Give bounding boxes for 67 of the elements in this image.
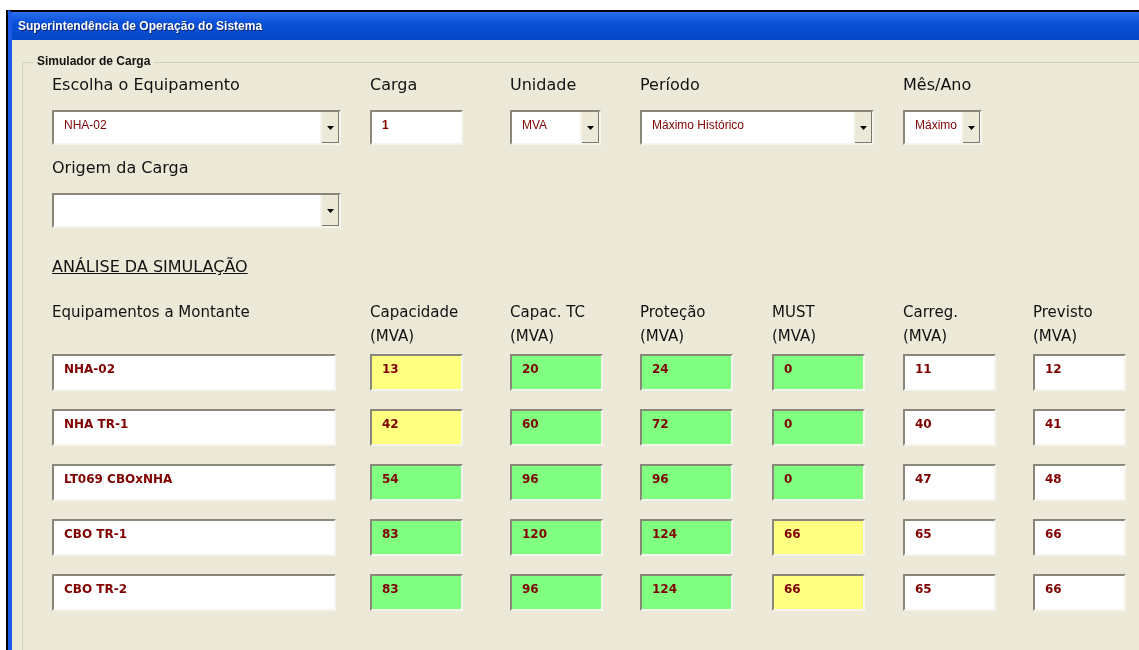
value-field: 60 — [510, 409, 603, 446]
value-field: 66 — [772, 519, 865, 556]
value-field: 48 — [1033, 464, 1126, 501]
value-field: 66 — [772, 574, 865, 611]
value-field: CBO TR-2 — [52, 574, 336, 611]
dropdown[interactable]: Máximo — [903, 110, 982, 145]
value-field: 41 — [1033, 409, 1126, 446]
value-field: LT069 CBOxNHA — [52, 464, 336, 501]
column-header: Proteção (MVA) — [640, 302, 707, 347]
value-field: 83 — [370, 574, 463, 611]
dropdown[interactable]: MVA — [510, 110, 601, 145]
value-field: 83 — [370, 519, 463, 556]
dropdown[interactable]: NHA-02 — [52, 110, 341, 145]
value-field: 13 — [370, 354, 463, 391]
value-field: 54 — [370, 464, 463, 501]
value-field: 20 — [510, 354, 603, 391]
dropdown-arrow-button[interactable] — [320, 195, 339, 226]
value-field: 96 — [510, 574, 603, 611]
value-field: 96 — [640, 464, 733, 501]
group-title: Simulador de Carga — [33, 54, 155, 68]
dropdown[interactable]: Máximo Histórico — [640, 110, 874, 145]
field-label: Carga — [370, 74, 419, 96]
field-label: Escolha o Equipamento — [52, 74, 241, 96]
value-field: 66 — [1033, 519, 1126, 556]
value-field: 47 — [903, 464, 996, 501]
value-field: 72 — [640, 409, 733, 446]
column-header: Capacidade (MVA) — [370, 302, 460, 347]
value-field: 0 — [772, 354, 865, 391]
caret-icon — [860, 125, 867, 130]
value-field: 124 — [640, 574, 733, 611]
field-label: Mês/Ano — [903, 74, 973, 96]
window-title: Superintendência de Operação do Sistema — [12, 12, 1139, 40]
value-field: 65 — [903, 574, 996, 611]
dropdown-arrow-button[interactable] — [320, 112, 339, 143]
dropdown-arrow-button[interactable] — [961, 112, 980, 143]
field-label: Origem da Carga — [52, 157, 190, 179]
value-field: 120 — [510, 519, 603, 556]
field-label: Período — [640, 74, 701, 96]
value-field: 40 — [903, 409, 996, 446]
value-field: 0 — [772, 409, 865, 446]
caret-icon — [968, 125, 975, 130]
column-header: Carreg. (MVA) — [903, 302, 959, 347]
dropdown-arrow-button[interactable] — [580, 112, 599, 143]
value-field: 66 — [1033, 574, 1126, 611]
value-field: 0 — [772, 464, 865, 501]
value-field: 42 — [370, 409, 463, 446]
value-field: CBO TR-1 — [52, 519, 336, 556]
section-title: ANÁLISE DA SIMULAÇÃO — [52, 256, 249, 278]
value-field: 24 — [640, 354, 733, 391]
value-field: 12 — [1033, 354, 1126, 391]
caret-icon — [327, 208, 334, 213]
value-field: 11 — [903, 354, 996, 391]
value-field: 65 — [903, 519, 996, 556]
column-header: Equipamentos a Montante — [52, 302, 251, 323]
input-field[interactable]: 1 — [370, 110, 463, 145]
field-label: Unidade — [510, 74, 578, 96]
caret-icon — [327, 125, 334, 130]
value-field: NHA TR-1 — [52, 409, 336, 446]
column-header: MUST (MVA) — [772, 302, 818, 347]
value-field: NHA-02 — [52, 354, 336, 391]
column-header: Capac. TC (MVA) — [510, 302, 586, 347]
column-header: Previsto (MVA) — [1033, 302, 1094, 347]
value-field: 96 — [510, 464, 603, 501]
caret-icon — [587, 125, 594, 130]
dropdown-arrow-button[interactable] — [853, 112, 872, 143]
dropdown[interactable] — [52, 193, 341, 228]
value-field: 124 — [640, 519, 733, 556]
